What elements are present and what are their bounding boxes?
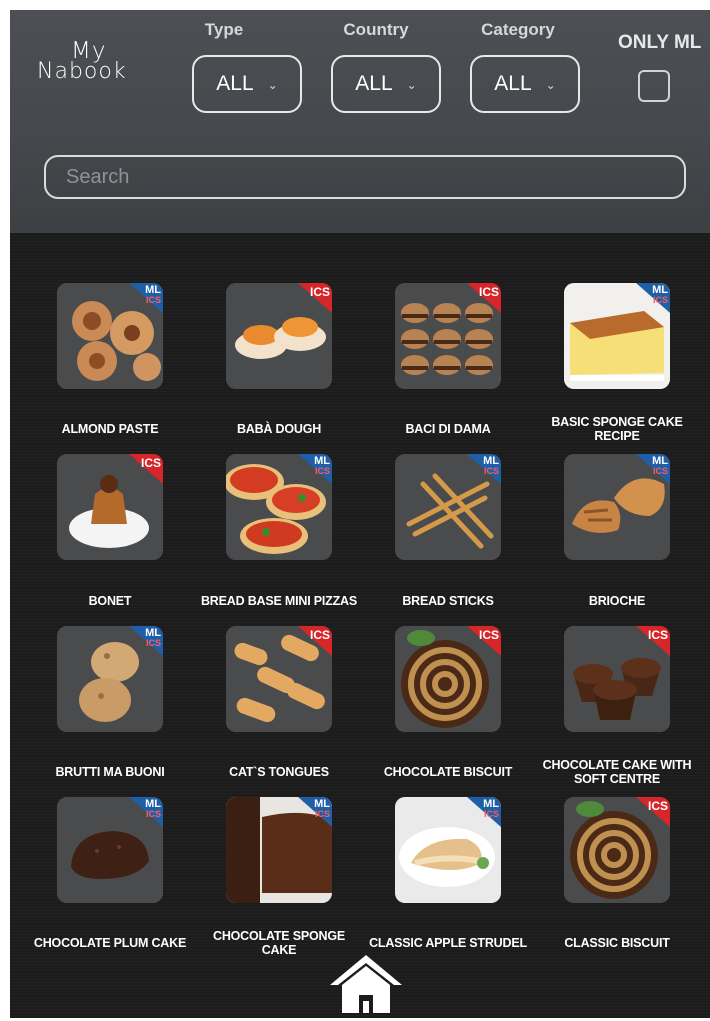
recipe-name: BONET xyxy=(88,594,132,608)
badge-label: ICS xyxy=(140,456,161,470)
recipe-card[interactable]: ICS CHOCOLATE BISCUIT xyxy=(364,626,532,790)
chocolate-roll-image: ICS xyxy=(395,626,501,732)
ml-label: ML xyxy=(483,798,499,810)
ml-label: ML xyxy=(314,798,330,810)
ics-label: ICS xyxy=(652,295,668,305)
recipe-card[interactable]: ML ICS CHOCOLATE PLUM CAKE xyxy=(26,797,194,961)
ics-label: ICS xyxy=(483,466,499,476)
baba-dough-image: ICS xyxy=(226,283,332,389)
mini-pizzas-image: ML ICS xyxy=(226,454,332,560)
ics-label: ICS xyxy=(483,809,499,819)
recipe-card[interactable]: ML ICS CHOCOLATE SPONGE CAKE xyxy=(195,797,363,961)
app-window: My Nabook Type ALL ⌄ Country ALL ⌄ Categ… xyxy=(10,10,710,1018)
recipe-name: ALMOND PASTE xyxy=(61,422,159,436)
chocolate-plum-cake-image: ML ICS xyxy=(57,797,163,903)
ml-label: ML xyxy=(652,284,668,296)
recipe-card[interactable]: ML ICS ALMOND PASTE xyxy=(26,283,194,447)
badge-label: ML ICS xyxy=(652,284,668,306)
home-icon xyxy=(330,955,402,1013)
badge-label: ML ICS xyxy=(314,455,330,477)
recipe-card[interactable]: ICS BABÀ DOUGH xyxy=(195,283,363,447)
recipe-name: BREAD BASE MINI PIZZAS xyxy=(200,594,358,608)
recipe-card[interactable]: ICS BACI DI DAMA xyxy=(364,283,532,447)
recipe-grid: ML ICS ALMOND PASTE ICS BABÀ DOUGH ICS BACI DI… xyxy=(10,10,710,1018)
ml-label: ML xyxy=(145,627,161,639)
ics-label: ICS xyxy=(314,466,330,476)
badge-label: ML ICS xyxy=(145,284,161,306)
badge-label: ML ICS xyxy=(652,455,668,477)
recipe-name: BRUTTI MA BUONI xyxy=(55,765,165,779)
apple-strudel-image: ML ICS xyxy=(395,797,501,903)
home-button[interactable] xyxy=(328,953,404,1015)
recipe-card[interactable]: ML ICS BASIC SPONGE CAKE RECIPE xyxy=(533,283,701,447)
ml-label: ML xyxy=(314,455,330,467)
badge-label: ML ICS xyxy=(483,455,499,477)
baci-di-dama-cookies-image: ICS xyxy=(395,283,501,389)
ics-label: ICS xyxy=(145,295,161,305)
ml-label: ML xyxy=(483,455,499,467)
recipe-card[interactable]: ML ICS CLASSIC APPLE STRUDEL xyxy=(364,797,532,961)
ml-label: ML xyxy=(145,798,161,810)
badge-label: ICS xyxy=(647,628,668,642)
recipe-name: BABÀ DOUGH xyxy=(236,422,322,436)
recipe-card[interactable]: ML ICS BREAD BASE MINI PIZZAS xyxy=(195,454,363,619)
chocolate-muffins-image: ICS xyxy=(564,626,670,732)
recipe-name: BACI DI DAMA xyxy=(405,422,491,436)
recipe-name: BRIOCHE xyxy=(588,594,646,608)
sponge-cake-image: ML ICS xyxy=(564,283,670,389)
brioche-croissant-image: ML ICS xyxy=(564,454,670,560)
recipe-name: CHOCOLATE BISCUIT xyxy=(383,765,513,779)
recipe-card[interactable]: ICS CHOCOLATE CAKE WITH SOFT CENTRE xyxy=(533,626,701,790)
brutti-ma-buoni-cookies-image: ML ICS xyxy=(57,626,163,732)
badge-label: ML ICS xyxy=(145,627,161,649)
ics-label: ICS xyxy=(314,809,330,819)
ml-label: ML xyxy=(145,284,161,296)
badge-label: ICS xyxy=(309,628,330,642)
recipe-name: BASIC SPONGE CAKE RECIPE xyxy=(551,415,683,443)
badge-label: ML ICS xyxy=(145,798,161,820)
badge-label: ICS xyxy=(478,628,499,642)
recipe-name: BREAD STICKS xyxy=(402,594,494,608)
badge-label: ICS xyxy=(647,799,668,813)
recipe-name: CHOCOLATE CAKE WITH SOFT CENTRE xyxy=(542,758,692,786)
recipe-card[interactable]: ML ICS BRIOCHE xyxy=(533,454,701,619)
bonet-dessert-image: ICS xyxy=(57,454,163,560)
recipe-card[interactable]: ICS BONET xyxy=(26,454,194,619)
badge-label: ICS xyxy=(478,285,499,299)
recipe-name: CHOCOLATE PLUM CAKE xyxy=(33,936,187,950)
recipe-name: CLASSIC APPLE STRUDEL xyxy=(369,936,527,950)
badge-label: ML ICS xyxy=(314,798,330,820)
recipe-card[interactable]: ML ICS BRUTTI MA BUONI xyxy=(26,626,194,790)
recipe-card[interactable]: ICS CAT`S TONGUES xyxy=(195,626,363,790)
ics-label: ICS xyxy=(145,638,161,648)
badge-label: ML ICS xyxy=(483,798,499,820)
bread-sticks-image: ML ICS xyxy=(395,454,501,560)
cats-tongues-biscuits-image: ICS xyxy=(226,626,332,732)
classic-roll-image: ICS xyxy=(564,797,670,903)
badge-label: ICS xyxy=(309,285,330,299)
recipe-name: CAT`S TONGUES xyxy=(229,765,329,779)
ics-label: ICS xyxy=(145,809,161,819)
recipe-name: CLASSIC BISCUIT xyxy=(564,936,670,950)
recipe-card[interactable]: ML ICS BREAD STICKS xyxy=(364,454,532,619)
chocolate-sponge-cake-image: ML ICS xyxy=(226,797,332,903)
almond-paste-pastry-image: ML ICS xyxy=(57,283,163,389)
ics-label: ICS xyxy=(652,466,668,476)
recipe-card[interactable]: ICS CLASSIC BISCUIT xyxy=(533,797,701,961)
ml-label: ML xyxy=(652,455,668,467)
